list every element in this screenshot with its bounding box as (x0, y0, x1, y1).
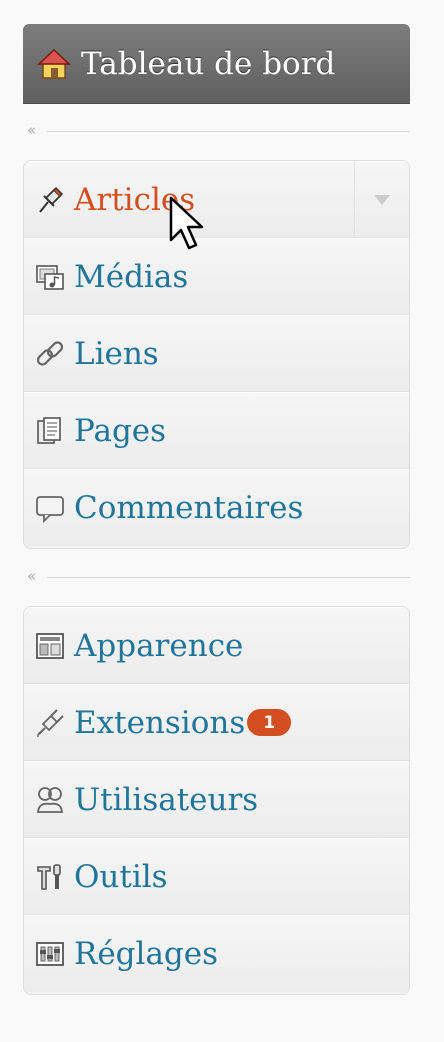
submenu-toggle[interactable] (354, 162, 409, 237)
menu-item-label: Médias (74, 258, 189, 295)
menu-item-label: Apparence (74, 627, 244, 664)
pages-icon (37, 416, 61, 444)
comment-icon (36, 496, 64, 524)
menu-item-outils[interactable]: Outils (24, 838, 409, 915)
mouse-cursor-icon (169, 196, 204, 250)
plugin-icon (37, 708, 64, 737)
media-icon (36, 264, 64, 290)
menu-group-content: Articles Médias Liens Pages Commentaires (23, 160, 410, 549)
menu-item-label: Réglages (74, 936, 219, 972)
users-icon (37, 786, 63, 813)
menu-item-articles[interactable]: Articles (24, 161, 409, 238)
menu-item-reglages[interactable]: Réglages (24, 915, 409, 992)
home-icon (37, 48, 71, 79)
menu-item-label: Extensions (74, 704, 246, 741)
menu-item-liens[interactable]: Liens (24, 315, 409, 392)
collapse-arrow-icon[interactable]: « (27, 567, 36, 585)
divider-line (47, 577, 410, 578)
menu-separator[interactable]: « (23, 567, 410, 587)
menu-separator[interactable]: « (23, 121, 410, 141)
menu-item-label: Outils (74, 858, 168, 895)
menu-item-label: Commentaires (74, 490, 304, 526)
menu-item-apparence[interactable]: Apparence (24, 607, 409, 684)
menu-item-utilisateurs[interactable]: Utilisateurs (24, 761, 409, 838)
collapse-arrow-icon[interactable]: « (27, 121, 36, 139)
appearance-icon (36, 632, 64, 659)
menu-item-pages[interactable]: Pages (24, 392, 409, 469)
menu-group-settings: Apparence Extensions 1 Utilisateurs Outi… (23, 606, 410, 995)
update-count-badge: 1 (247, 709, 292, 736)
menu-item-label: Pages (74, 412, 167, 449)
dashboard-label: Tableau de bord (81, 45, 336, 82)
menu-item-label: Liens (74, 335, 159, 372)
settings-icon (36, 942, 64, 966)
pushpin-icon (39, 186, 64, 213)
menu-item-dashboard[interactable]: Tableau de bord (23, 24, 410, 104)
tools-icon (37, 863, 61, 890)
chevron-down-icon (374, 194, 390, 205)
menu-item-commentaires[interactable]: Commentaires (24, 469, 409, 546)
divider-line (47, 131, 410, 132)
menu-item-label: Utilisateurs (74, 781, 259, 818)
menu-item-medias[interactable]: Médias (24, 238, 409, 315)
menu-item-extensions[interactable]: Extensions 1 (24, 684, 409, 761)
link-icon (36, 340, 64, 366)
